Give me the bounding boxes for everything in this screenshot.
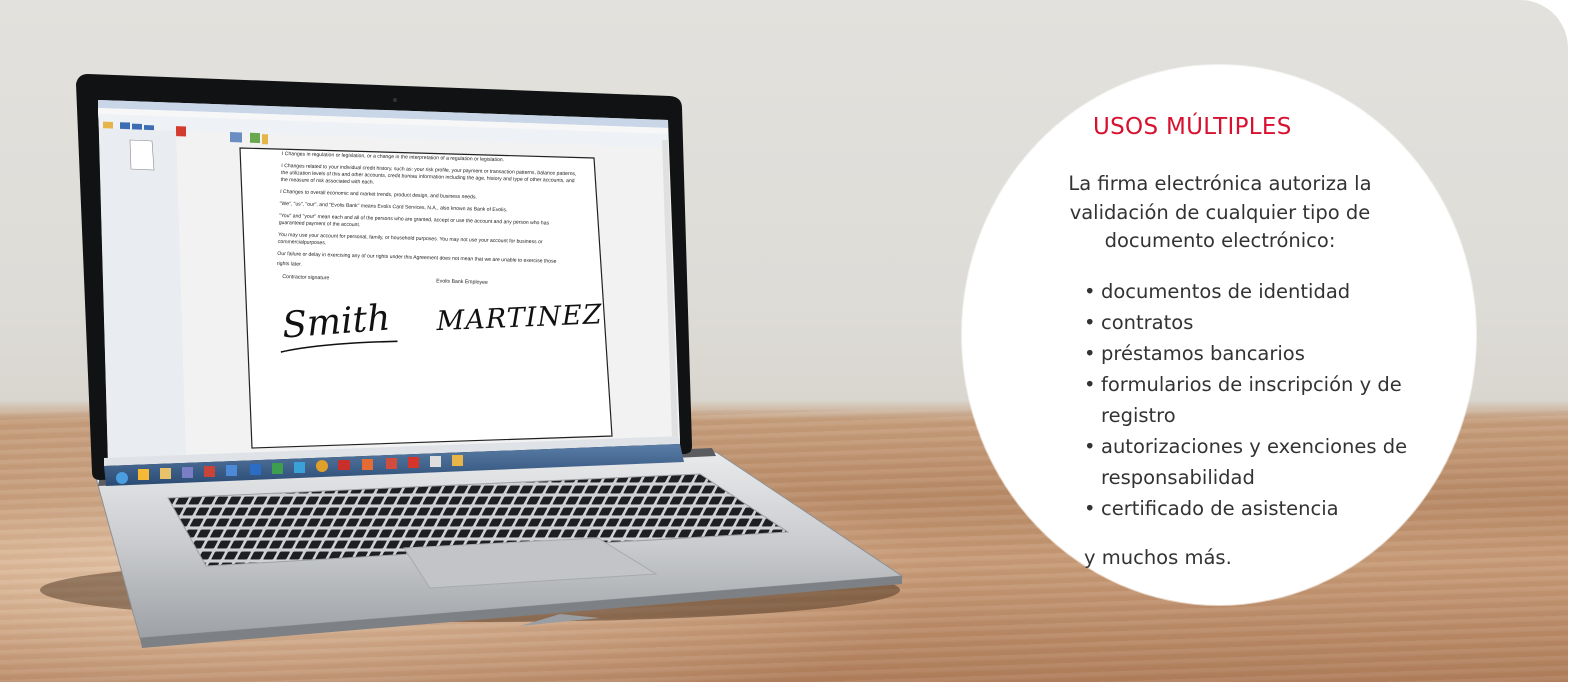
signature-label-contractor: Contractor signature bbox=[282, 274, 330, 282]
uses-list-item-text: certificado de asistencia bbox=[1101, 497, 1339, 520]
uses-list-item-text: préstamos bancarios bbox=[1101, 342, 1305, 365]
bullet-icon: • bbox=[1084, 311, 1096, 334]
uses-list-item-text: documentos de identidad bbox=[1101, 280, 1351, 303]
uses-list-item: • certificado de asistencia bbox=[1084, 493, 1414, 524]
bullet-icon: • bbox=[1084, 280, 1096, 303]
uses-list-item-text: contratos bbox=[1101, 311, 1194, 334]
document-paragraph: "You" and "your" mean each and all of th… bbox=[278, 212, 550, 229]
bullet-icon: • bbox=[1084, 373, 1096, 396]
document-paragraph: You may use your account for personal, f… bbox=[277, 231, 543, 247]
intro-text: La firma electrónica autoriza la validac… bbox=[1068, 172, 1372, 253]
signature-underline bbox=[280, 340, 398, 353]
document-paragraphs: I Changes in regulation or legislation, … bbox=[277, 151, 578, 276]
signature-label-employee: Evolis Bank Employee bbox=[436, 278, 488, 286]
closing-text: y muchos más. bbox=[1084, 546, 1232, 569]
screen-document-text: I Changes in regulation or legislation, … bbox=[272, 151, 603, 382]
uses-list-item: • formularios de inscripción y de registr… bbox=[1084, 369, 1414, 431]
uses-list-item: • contratos bbox=[1084, 307, 1414, 338]
banner-background: I Changes in regulation or legislation, … bbox=[0, 0, 1568, 682]
bullet-icon: • bbox=[1084, 342, 1096, 365]
uses-list-item: • documentos de identidad bbox=[1084, 276, 1414, 307]
uses-list-item-text: formularios de inscripción y de registro bbox=[1101, 373, 1402, 427]
document-paragraph: I Changes related to your individual cre… bbox=[280, 162, 577, 186]
uses-list-item: • autorizaciones y exenciones de responsa… bbox=[1084, 431, 1414, 493]
uses-list-item: • préstamos bancarios bbox=[1084, 338, 1414, 369]
uses-list: • documentos de identidad • contratos • prést… bbox=[1084, 276, 1414, 524]
bullet-icon: • bbox=[1084, 435, 1096, 458]
section-heading: USOS MÚLTIPLES bbox=[1093, 114, 1292, 140]
bullet-icon: • bbox=[1084, 497, 1096, 520]
uses-list-item-text: autorizaciones y exenciones de responsab… bbox=[1101, 435, 1408, 489]
